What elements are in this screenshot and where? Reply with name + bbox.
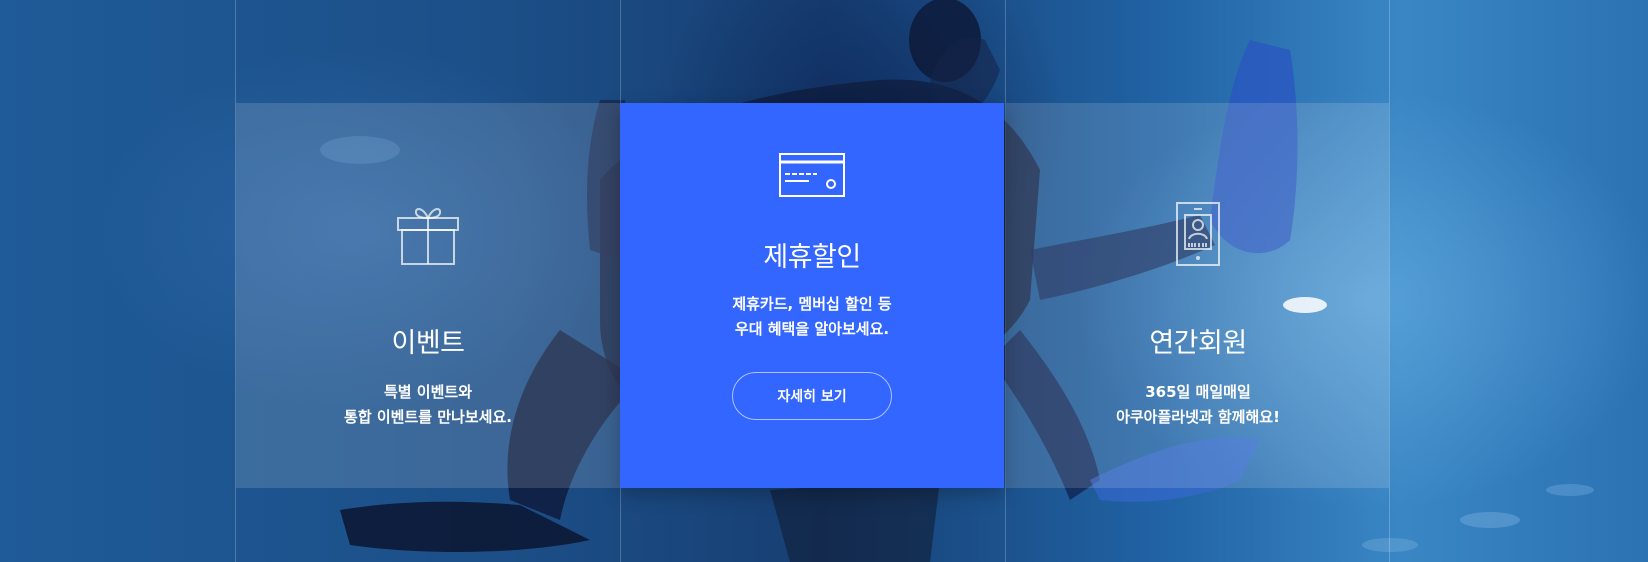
gift-icon	[397, 208, 459, 265]
card-description-line: 제휴카드, 멤버십 할인 등	[732, 295, 892, 313]
event-card[interactable]: 이벤트 특별 이벤트와 통합 이벤트를 만나보세요.	[236, 103, 620, 488]
card-title: 연간회원	[1149, 328, 1247, 359]
credit-card-icon	[779, 153, 845, 197]
card-title: 제휴할인	[763, 242, 861, 273]
card-description-line: 통합 이벤트를 만나보세요.	[344, 408, 512, 426]
promo-section: 이벤트 특별 이벤트와 통합 이벤트를 만나보세요. 제휴할인 제휴카드, 멤버…	[0, 0, 1648, 562]
card-title: 이벤트	[391, 328, 465, 359]
annual-membership-card[interactable]: 연간회원 365일 매일매일 아쿠아플라넷과 함께해요!	[1006, 103, 1390, 488]
card-description-line: 아쿠아플라넷과 함께해요!	[1116, 408, 1280, 426]
card-description-line: 특별 이벤트와	[383, 383, 473, 401]
card-description-line: 365일 매일매일	[1145, 383, 1251, 401]
partner-discount-card[interactable]: 제휴할인 제휴카드, 멤버십 할인 등 우대 혜택을 알아보세요. 자세히 보기	[620, 103, 1004, 488]
card-description-line: 우대 혜택을 알아보세요.	[734, 320, 890, 338]
view-details-button[interactable]: 자세히 보기	[732, 372, 892, 420]
membership-card-icon	[1176, 202, 1220, 266]
